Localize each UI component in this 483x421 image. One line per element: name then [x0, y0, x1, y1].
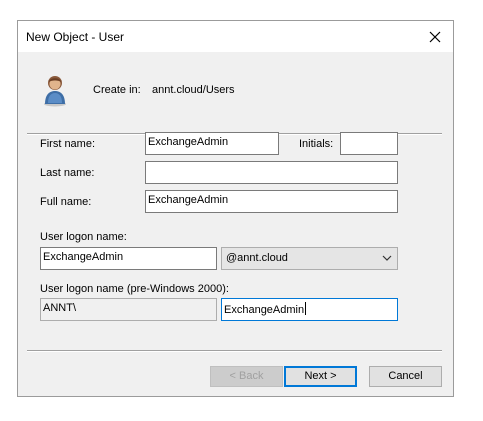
- first-name-input[interactable]: ExchangeAdmin: [145, 132, 279, 155]
- next-button[interactable]: Next >: [284, 366, 357, 387]
- logon-name-input[interactable]: ExchangeAdmin: [40, 247, 217, 270]
- pre2000-label: User logon name (pre-Windows 2000):: [40, 283, 229, 295]
- pre2000-logon-value: ExchangeAdmin: [224, 304, 305, 316]
- user-icon: [44, 76, 66, 107]
- last-name-label: Last name:: [40, 167, 95, 179]
- create-in-label: Create in:: [93, 84, 141, 96]
- close-button[interactable]: [417, 21, 453, 52]
- last-name-input[interactable]: [145, 161, 398, 184]
- back-button[interactable]: < Back: [210, 366, 283, 387]
- chevron-down-icon: [382, 255, 392, 261]
- title-bar: New Object - User: [18, 21, 453, 52]
- initials-input[interactable]: [340, 132, 398, 155]
- dialog-title: New Object - User: [26, 30, 125, 44]
- pre2000-domain-field: ANNT\: [40, 298, 217, 321]
- new-object-user-dialog: New Object - User Create in: annt.cloud/…: [17, 20, 454, 397]
- domain-select[interactable]: @annt.cloud: [221, 247, 398, 270]
- text-caret: [305, 302, 307, 315]
- full-name-label: Full name:: [40, 196, 92, 208]
- close-icon: [429, 31, 441, 42]
- full-name-input[interactable]: ExchangeAdmin: [145, 190, 398, 213]
- first-name-label: First name:: [40, 138, 96, 150]
- logon-name-label: User logon name:: [40, 231, 127, 243]
- separator-bottom: [27, 350, 442, 352]
- pre2000-logon-input[interactable]: ExchangeAdmin: [221, 298, 398, 321]
- create-in-path: annt.cloud/Users: [152, 84, 235, 96]
- domain-selected-value: @annt.cloud: [226, 252, 288, 264]
- initials-label: Initials:: [299, 138, 334, 150]
- cancel-button[interactable]: Cancel: [369, 366, 442, 387]
